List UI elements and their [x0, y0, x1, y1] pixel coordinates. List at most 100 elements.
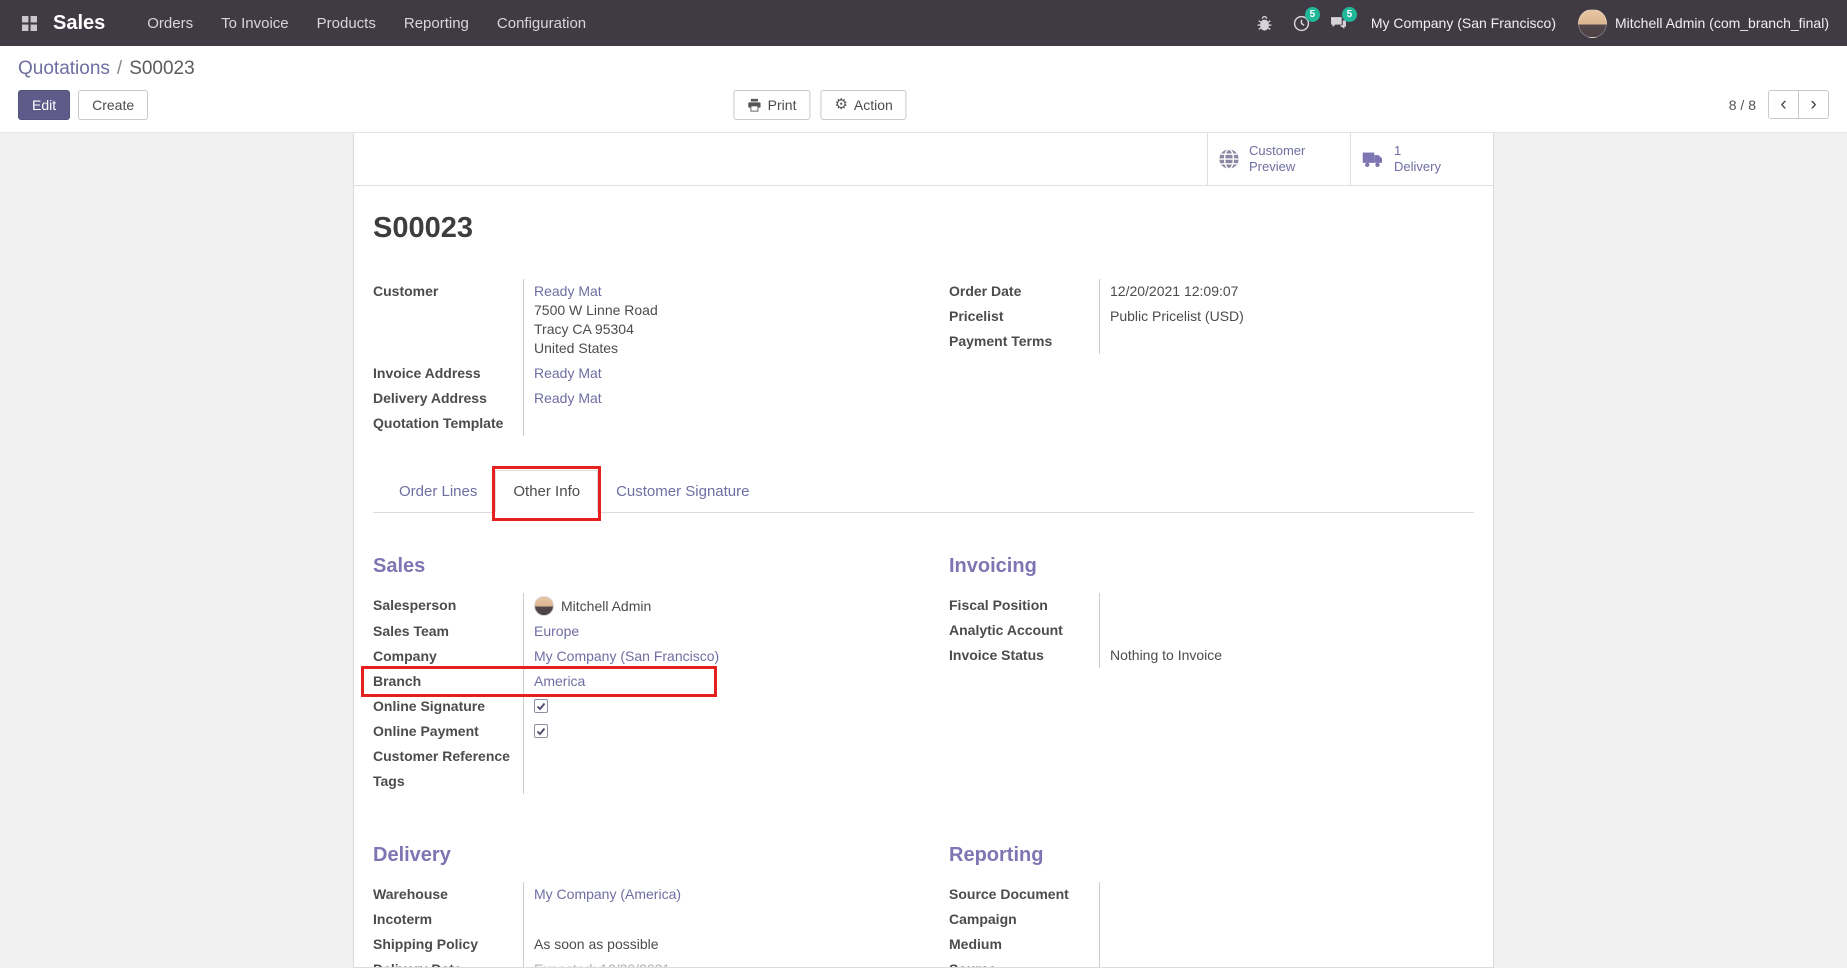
breadcrumb-quotations[interactable]: Quotations [18, 58, 110, 79]
field-tags: Tags [373, 769, 893, 794]
apps-menu-icon[interactable] [18, 16, 41, 31]
branch-link[interactable]: America [534, 673, 585, 689]
pricelist-value: Public Pricelist (USD) [1099, 304, 1469, 329]
menu-products[interactable]: Products [303, 0, 390, 46]
activities-clock-icon[interactable]: 5 [1291, 13, 1312, 34]
breadcrumb-separator: / [117, 58, 122, 79]
breadcrumb-current: S00023 [129, 58, 195, 79]
incoterm-value[interactable] [523, 907, 893, 932]
customer-link[interactable]: Ready Mat [534, 283, 602, 299]
record-title: S00023 [373, 212, 1493, 245]
delivery-count: 1 [1394, 143, 1401, 158]
source-document-value[interactable] [1099, 882, 1469, 907]
customer-reference-value[interactable] [523, 744, 893, 769]
field-customer-reference: Customer Reference [373, 744, 893, 769]
field-order-date: Order Date 12/20/2021 12:09:07 [949, 279, 1469, 304]
breadcrumb: Quotations / S00023 [18, 58, 1829, 80]
delivery-date-value: Expected: 12/20/2021 [523, 957, 893, 968]
sales-team-link[interactable]: Europe [534, 623, 579, 639]
printer-icon [748, 98, 762, 112]
tab-customer-signature[interactable]: Customer Signature [598, 470, 767, 513]
customer-country: United States [534, 339, 893, 358]
quotation-template-value[interactable] [523, 411, 893, 436]
menu-orders[interactable]: Orders [133, 0, 207, 46]
source-value[interactable] [1099, 957, 1469, 968]
print-button[interactable]: Print [734, 90, 811, 120]
app-menu: Orders To Invoice Products Reporting Con… [133, 0, 600, 46]
invoice-address-link[interactable]: Ready Mat [534, 365, 602, 381]
top-navbar: Sales Orders To Invoice Products Reporti… [0, 0, 1847, 46]
field-quotation-template: Quotation Template [373, 411, 893, 436]
salesperson-value: Mitchell Admin [561, 597, 651, 616]
customer-preview-label-line1: Customer [1249, 143, 1305, 158]
tags-value[interactable] [523, 769, 893, 794]
section-title-invoicing: Invoicing [949, 555, 1469, 578]
payment-terms-value[interactable] [1099, 329, 1469, 354]
user-avatar [1578, 9, 1607, 38]
field-branch: Branch America [373, 669, 893, 694]
menu-to-invoice[interactable]: To Invoice [207, 0, 303, 46]
field-medium: Medium [949, 932, 1469, 957]
debug-bug-icon[interactable] [1254, 13, 1275, 34]
field-company: Company My Company (San Francisco) [373, 644, 893, 669]
company-switcher[interactable]: My Company (San Francisco) [1365, 15, 1562, 31]
edit-button[interactable]: Edit [18, 90, 70, 120]
create-button[interactable]: Create [78, 90, 148, 120]
chevron-right-icon: › [1810, 94, 1816, 116]
delivery-address-link[interactable]: Ready Mat [534, 390, 602, 406]
navbar-systray: 5 5 My Company (San Francisco) Mitchell … [1254, 9, 1829, 38]
field-source-document: Source Document [949, 882, 1469, 907]
company-link[interactable]: My Company (San Francisco) [534, 648, 719, 664]
messages-badge: 5 [1342, 7, 1357, 22]
field-invoice-address: Invoice Address Ready Mat [373, 361, 893, 386]
campaign-value[interactable] [1099, 907, 1469, 932]
order-date-value: 12/20/2021 12:09:07 [1099, 279, 1469, 304]
field-online-signature: Online Signature [373, 694, 893, 719]
fiscal-position-value[interactable] [1099, 593, 1469, 618]
messages-chat-icon[interactable]: 5 [1328, 13, 1349, 34]
field-sales-team: Sales Team Europe [373, 619, 893, 644]
form-sheet: Customer Preview 1 Delivery [353, 133, 1494, 968]
field-warehouse: Warehouse My Company (America) [373, 882, 893, 907]
content-area: Customer Preview 1 Delivery [0, 133, 1847, 968]
app-name[interactable]: Sales [53, 12, 105, 35]
section-title-sales: Sales [373, 555, 893, 578]
globe-icon [1218, 148, 1240, 170]
menu-configuration[interactable]: Configuration [483, 0, 600, 46]
field-payment-terms: Payment Terms [949, 329, 1469, 354]
tab-order-lines[interactable]: Order Lines [381, 470, 495, 513]
truck-icon [1361, 150, 1385, 168]
delivery-stat-button[interactable]: 1 Delivery [1350, 133, 1493, 185]
field-online-payment: Online Payment [373, 719, 893, 744]
menu-reporting[interactable]: Reporting [390, 0, 483, 46]
pager-next-button[interactable]: › [1798, 90, 1829, 119]
warehouse-link[interactable]: My Company (America) [534, 886, 681, 902]
field-delivery-address: Delivery Address Ready Mat [373, 386, 893, 411]
field-analytic-account: Analytic Account [949, 618, 1469, 643]
online-payment-checkbox[interactable] [534, 724, 548, 738]
pager-previous-button[interactable]: ‹ [1768, 90, 1799, 119]
analytic-account-value[interactable] [1099, 618, 1469, 643]
customer-city: Tracy CA 95304 [534, 320, 893, 339]
invoice-status-value: Nothing to Invoice [1099, 643, 1469, 668]
control-panel: Quotations / S00023 Edit Create Print ⚙ Ac… [0, 46, 1847, 133]
customer-street: 7500 W Linne Road [534, 301, 893, 320]
field-customer: Customer Ready Mat 7500 W Linne Road Tra… [373, 279, 893, 361]
header-field-groups: Customer Ready Mat 7500 W Linne Road Tra… [354, 279, 1493, 436]
online-signature-checkbox[interactable] [534, 699, 548, 713]
customer-preview-button[interactable]: Customer Preview [1207, 133, 1350, 185]
action-button[interactable]: ⚙ Action [820, 90, 906, 120]
chevron-left-icon: ‹ [1780, 94, 1786, 116]
shipping-policy-value: As soon as possible [523, 932, 893, 957]
delivery-label: Delivery [1394, 159, 1441, 174]
user-menu[interactable]: Mitchell Admin (com_branch_final) [1578, 9, 1829, 38]
section-title-reporting: Reporting [949, 844, 1469, 867]
tab-other-info[interactable]: Other Info [495, 470, 598, 513]
field-salesperson: Salesperson Mitchell Admin [373, 593, 893, 619]
field-source: Source [949, 957, 1469, 968]
section-title-delivery: Delivery [373, 844, 893, 867]
notebook-tabs: Order Lines Other Info Customer Signatur… [373, 470, 1474, 513]
field-pricelist: Pricelist Public Pricelist (USD) [949, 304, 1469, 329]
medium-value[interactable] [1099, 932, 1469, 957]
user-name: Mitchell Admin (com_branch_final) [1615, 15, 1829, 31]
